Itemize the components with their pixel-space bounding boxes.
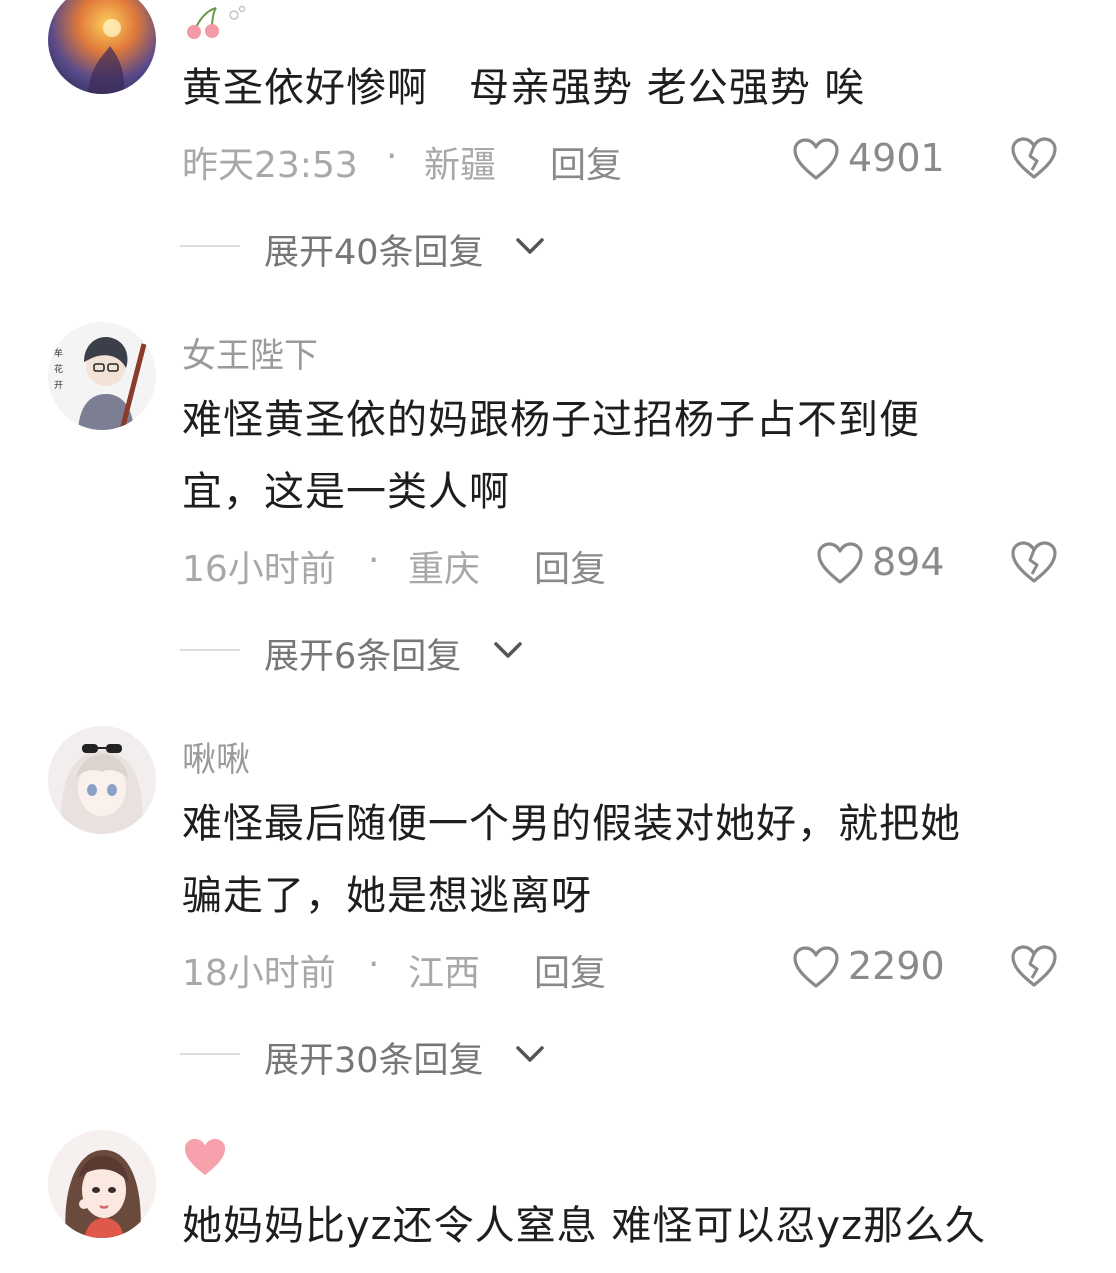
comment-text-line: 难怪最后随便一个男的假装对她好，就把她 bbox=[182, 801, 961, 847]
reply-button[interactable]: 回复 bbox=[534, 944, 606, 996]
comment-location: 新疆 bbox=[424, 145, 497, 186]
comment-text-line: 骗走了，她是想逃离呀 bbox=[182, 873, 592, 919]
comment-text: 黄圣依好惨啊 母亲强势 老公强势 唉 bbox=[182, 65, 866, 111]
chevron-down-icon bbox=[516, 1046, 544, 1062]
comment-location: 江西 bbox=[408, 953, 481, 994]
expand-replies[interactable]: 展开30条回复 bbox=[180, 1032, 560, 1081]
comment-text: 她妈妈比yz还令人窒息 难怪可以忍yz那么久 bbox=[182, 1203, 987, 1249]
svg-text:牟: 牟 bbox=[54, 347, 63, 359]
comment-text: 难怪黄圣依的妈跟杨子过招杨子占不到便 宜，这是一类人啊 bbox=[182, 384, 1062, 528]
illustrated-girl-avatar-icon bbox=[48, 1130, 156, 1238]
dislike-button[interactable] bbox=[1010, 136, 1060, 184]
sunset-portrait-avatar-icon bbox=[48, 0, 156, 94]
dislike-button[interactable] bbox=[1010, 944, 1060, 992]
dislike-button[interactable] bbox=[1010, 540, 1060, 588]
user-avatar[interactable]: 牟 花 开 bbox=[48, 322, 156, 430]
expand-replies-label: 展开6条回复 bbox=[264, 637, 462, 677]
broken-heart-icon bbox=[1011, 137, 1057, 179]
expand-replies[interactable]: 展开6条回复 bbox=[180, 628, 540, 677]
comment-location: 重庆 bbox=[408, 549, 481, 590]
broken-heart-icon bbox=[1011, 945, 1057, 987]
meta-separator: · bbox=[368, 540, 380, 581]
broken-heart-icon bbox=[1011, 541, 1057, 583]
svg-text:开: 开 bbox=[54, 380, 63, 391]
chevron-down-icon bbox=[494, 642, 522, 658]
divider-line bbox=[180, 1053, 240, 1055]
meta-separator: · bbox=[386, 136, 398, 177]
reply-button[interactable]: 回复 bbox=[534, 540, 606, 592]
pink-heart-emoji-icon bbox=[182, 1136, 228, 1182]
like-button[interactable]: 4901 bbox=[792, 136, 945, 184]
user-name[interactable]: 啾啾 bbox=[182, 732, 250, 781]
reply-button[interactable]: 回复 bbox=[550, 136, 622, 188]
comment-text: 难怪最后随便一个男的假装对她好，就把她 骗走了，她是想逃离呀 bbox=[182, 788, 1062, 932]
comment-time: 昨天23:53 bbox=[182, 145, 358, 186]
user-avatar[interactable] bbox=[48, 726, 156, 834]
comment-time: 16小时前 bbox=[182, 549, 336, 590]
heart-outline-icon bbox=[793, 138, 839, 180]
user-name[interactable]: 女王陛下 bbox=[182, 328, 318, 377]
chevron-down-icon bbox=[516, 238, 544, 254]
comment-text-line: 难怪黄圣依的妈跟杨子过招杨子占不到便 bbox=[182, 397, 920, 443]
heart-outline-icon bbox=[793, 946, 839, 988]
like-count: 894 bbox=[872, 540, 945, 584]
expand-replies-label: 展开30条回复 bbox=[264, 1041, 484, 1081]
meta-separator: · bbox=[368, 944, 380, 985]
like-button[interactable]: 894 bbox=[816, 540, 946, 588]
divider-line bbox=[180, 649, 240, 651]
like-button[interactable]: 2290 bbox=[792, 944, 946, 992]
divider-line bbox=[180, 245, 240, 247]
user-avatar[interactable] bbox=[48, 0, 156, 94]
like-count: 2290 bbox=[848, 944, 945, 988]
expand-replies-label: 展开40条回复 bbox=[264, 233, 484, 273]
svg-text:花: 花 bbox=[54, 363, 63, 375]
heart-outline-icon bbox=[817, 542, 863, 584]
expand-replies[interactable]: 展开40条回复 bbox=[180, 224, 560, 273]
comment-text-line: 宜，这是一类人啊 bbox=[182, 469, 510, 515]
comment-time: 18小时前 bbox=[182, 953, 336, 994]
anime-girl-avatar-icon bbox=[48, 726, 156, 834]
user-avatar[interactable] bbox=[48, 1130, 156, 1238]
cherry-emoji-icon bbox=[182, 4, 248, 44]
like-count: 4901 bbox=[848, 136, 945, 180]
guitar-boy-avatar-icon: 牟 花 开 bbox=[48, 322, 156, 430]
